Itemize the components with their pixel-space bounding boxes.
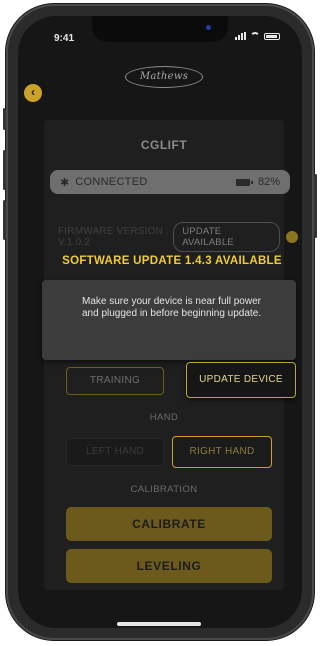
wifi-icon <box>250 32 260 40</box>
hand-section-label: HAND <box>149 412 179 423</box>
chevron-left-icon: ‹ <box>31 85 35 99</box>
brand-logo: Mathews <box>125 66 203 88</box>
update-dialog: Make sure your device is near full power… <box>42 280 296 360</box>
volume-up-button <box>3 150 6 190</box>
mute-switch <box>3 108 6 130</box>
signal-icon <box>235 32 246 40</box>
bluetooth-icon: ✱ <box>60 176 70 189</box>
connection-bar: ✱ CONNECTED 82% <box>50 170 290 194</box>
update-available-badge[interactable]: UPDATE AVAILABLE <box>173 222 281 252</box>
calibration-section-label: CALIBRATION <box>130 484 198 495</box>
connection-status: CONNECTED <box>75 176 148 188</box>
notch <box>92 16 228 42</box>
calibrate-button[interactable]: CALIBRATE <box>66 507 272 541</box>
home-indicator[interactable] <box>117 622 201 626</box>
software-update-message: SOFTWARE UPDATE 1.4.3 AVAILABLE <box>62 255 282 267</box>
training-button[interactable]: TRAINING <box>66 367 164 395</box>
status-time: 9:41 <box>54 33 75 44</box>
volume-down-button <box>3 200 6 240</box>
battery-icon <box>264 32 280 40</box>
battery-percent: 82% <box>257 176 280 188</box>
device-name: CGLIFT <box>140 138 188 152</box>
update-device-button[interactable]: UPDATE DEVICE <box>186 362 296 398</box>
info-icon[interactable] <box>286 231 298 243</box>
back-button[interactable]: ‹ <box>24 84 42 102</box>
device-battery-icon <box>235 178 253 186</box>
dialog-text: Make sure your device is near full power… <box>82 296 262 319</box>
right-hand-button[interactable]: RIGHT HAND <box>172 436 272 468</box>
camera-icon <box>206 25 211 30</box>
power-button <box>314 174 317 238</box>
firmware-row: FIRMWARE VERSION : V.1.0.2 UPDATE AVAILA… <box>58 222 298 252</box>
left-hand-button[interactable]: LEFT HAND <box>66 438 164 466</box>
status-icons <box>235 32 280 40</box>
leveling-button[interactable]: LEVELING <box>66 549 272 583</box>
firmware-version: FIRMWARE VERSION : V.1.0.2 <box>58 226 170 248</box>
